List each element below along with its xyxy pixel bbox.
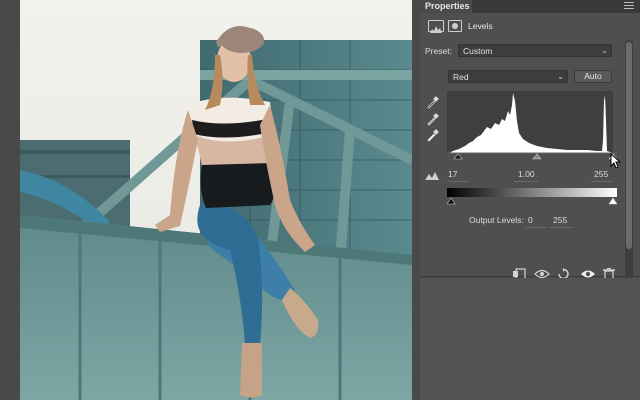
tab-properties[interactable]: Properties xyxy=(420,0,472,13)
panel-scrollbar-thumb[interactable] xyxy=(626,42,632,249)
properties-panel: Properties Levels Preset: Custom ⌄ Red ⌄… xyxy=(420,0,640,400)
input-gamma-value[interactable]: 1.00 xyxy=(518,169,535,180)
mouse-pointer-icon xyxy=(610,153,622,169)
output-white-value[interactable]: 255 xyxy=(553,215,567,226)
auto-button[interactable]: Auto xyxy=(574,70,612,83)
levels-adjustment-icon xyxy=(428,20,444,33)
adjustment-title: Levels xyxy=(468,21,493,31)
chevron-down-icon: ⌄ xyxy=(557,72,564,81)
output-levels-label: Output Levels: xyxy=(469,215,524,225)
clipping-warning-icon[interactable] xyxy=(424,171,440,181)
photoshop-window: Properties Levels Preset: Custom ⌄ Red ⌄… xyxy=(0,0,640,400)
black-point-eyedropper-icon[interactable] xyxy=(426,95,440,109)
document-canvas[interactable] xyxy=(0,0,420,400)
preset-value: Custom xyxy=(463,46,493,56)
input-level-sliders[interactable] xyxy=(447,152,617,162)
output-black-value[interactable]: 0 xyxy=(528,215,533,226)
chevron-down-icon: ⌄ xyxy=(601,46,608,55)
empty-panel-area xyxy=(420,278,640,400)
photo-woman-on-bridge xyxy=(20,0,412,400)
white-point-eyedropper-icon[interactable] xyxy=(426,128,440,142)
output-level-sliders[interactable] xyxy=(447,197,617,207)
input-white-value[interactable]: 255 xyxy=(594,169,608,180)
gray-point-eyedropper-icon[interactable] xyxy=(426,112,440,126)
gray-input-slider xyxy=(532,153,542,160)
white-output-slider xyxy=(608,197,617,205)
black-output-slider xyxy=(447,197,456,205)
panel-scrollbar[interactable] xyxy=(625,40,633,280)
channel-dropdown[interactable]: Red ⌄ xyxy=(448,70,568,83)
panel-menu-icon[interactable] xyxy=(624,2,634,11)
output-gradient-ramp xyxy=(447,188,617,197)
channel-value: Red xyxy=(453,72,469,82)
panel-tab-bar: Properties xyxy=(420,0,640,13)
histogram xyxy=(447,91,613,153)
input-black-value[interactable]: 17 xyxy=(448,169,457,180)
levels-properties: Levels Preset: Custom ⌄ Red ⌄ Auto 17 1.… xyxy=(420,13,640,280)
layer-mask-icon[interactable] xyxy=(448,20,462,32)
preset-dropdown[interactable]: Custom ⌄ xyxy=(458,44,612,57)
black-input-slider xyxy=(453,153,463,160)
preset-label: Preset: xyxy=(425,46,452,56)
